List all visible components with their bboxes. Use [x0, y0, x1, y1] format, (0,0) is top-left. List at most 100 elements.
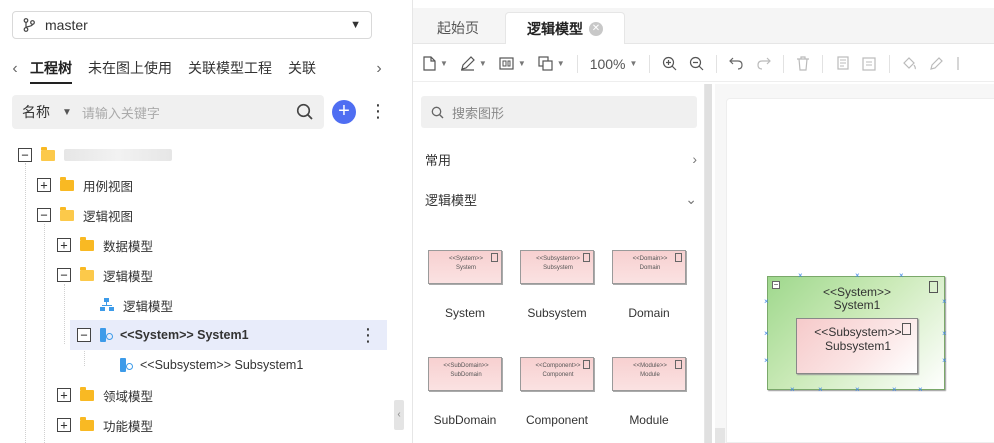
connection-point[interactable]: ×	[942, 357, 947, 365]
shape-subdomain[interactable]: <<SubDomain>> SubDomain SubDomain	[425, 357, 505, 427]
expand-icon[interactable]: +	[57, 238, 71, 252]
category-common[interactable]: 常用 ›	[425, 147, 697, 171]
close-icon[interactable]: ✕	[589, 21, 603, 36]
category-logical-model[interactable]: 逻辑模型 ⌄	[425, 187, 697, 211]
expand-icon[interactable]: +	[37, 178, 51, 192]
shape-domain[interactable]: <<Domain>> Domain Domain	[609, 250, 689, 320]
diagram-page[interactable]: − <<System>> System1 <<Subsystem>> Subsy…	[726, 98, 994, 443]
tree-node-function-model[interactable]: + 功能模型	[57, 410, 153, 440]
connection-point[interactable]: ×	[818, 386, 823, 394]
tab-linked[interactable]: 关联	[288, 54, 316, 84]
shape-module[interactable]: <<Module>> Module Module	[609, 357, 689, 427]
connection-point[interactable]: ×	[790, 386, 795, 394]
shape-system[interactable]: <<System>> System System	[425, 250, 505, 320]
copy-style-button[interactable]	[835, 56, 850, 71]
new-file-button[interactable]: ▼	[423, 56, 448, 71]
tab-logical-model[interactable]: 逻辑模型 ✕	[505, 12, 625, 44]
toolbar-divider	[649, 54, 651, 73]
tree-node-label: 逻辑视图	[83, 209, 134, 224]
redo-button[interactable]	[756, 56, 772, 71]
collapse-icon[interactable]: −	[57, 268, 71, 282]
connection-point[interactable]: ×	[764, 298, 769, 306]
search-field-select[interactable]: 名称	[22, 102, 50, 122]
search-icon[interactable]	[296, 103, 314, 121]
shape-panel-scrollbar[interactable]	[705, 84, 712, 443]
caret-down-icon[interactable]: ▼	[62, 107, 72, 118]
tab-unused-on-diagram[interactable]: 未在图上使用	[88, 54, 172, 84]
tree-node-label: 逻辑模型	[103, 269, 154, 284]
layout-button[interactable]: ▼	[499, 56, 526, 71]
tree-node-data-model[interactable]: + 数据模型	[57, 230, 153, 260]
tree-node-domain-model[interactable]: + 领域模型	[57, 380, 153, 410]
tab-project-tree[interactable]: 工程树	[30, 54, 72, 84]
subsystem1-element[interactable]: <<Subsystem>> Subsystem1	[796, 318, 918, 374]
connection-point[interactable]: ×	[942, 330, 947, 338]
shape-thumbnail: <<Module>> Module	[612, 357, 686, 391]
shape-thumbnail: <<System>> System	[428, 250, 502, 284]
toolbar-divider	[783, 54, 785, 73]
copy-icon	[538, 56, 553, 71]
chevron-left-icon[interactable]: ‹	[0, 60, 30, 78]
tab-start-page[interactable]: 起始页	[413, 12, 503, 44]
zoom-out-button[interactable]	[689, 56, 704, 71]
tree-node-logical-model-diagram[interactable]: 逻辑模型	[100, 290, 173, 320]
chevron-down-icon: ▼	[350, 19, 361, 31]
search-input[interactable]: 请输入关键字	[82, 103, 296, 122]
zoom-in-button[interactable]	[662, 56, 677, 71]
connection-point[interactable]: ×	[892, 386, 897, 394]
expand-icon[interactable]: +	[57, 388, 71, 402]
more-tools-button[interactable]	[956, 56, 966, 71]
connection-point[interactable]: ×	[918, 386, 923, 394]
expand-icon[interactable]: +	[57, 418, 71, 432]
tab-linked-model-project[interactable]: 关联模型工程	[188, 54, 272, 84]
editor-tabs: 起始页 逻辑模型 ✕	[413, 8, 994, 44]
branch-name: master	[45, 17, 88, 33]
connection-point[interactable]: ×	[764, 330, 769, 338]
copy-button[interactable]: ▼	[538, 56, 565, 71]
connection-point[interactable]: ×	[855, 386, 860, 394]
shape-thumbnail: <<Domain>> Domain	[612, 250, 686, 284]
branch-selector[interactable]: master ▼	[12, 11, 372, 39]
shape-component[interactable]: <<Component>> Component Component	[517, 357, 597, 427]
tree-node-usecase-view[interactable]: + 用例视图	[37, 170, 133, 200]
collapse-icon[interactable]: −	[18, 148, 32, 162]
folder-open-icon	[80, 266, 94, 281]
canvas-collapse-handle[interactable]	[715, 428, 725, 443]
tree-node-system1[interactable]: − <<System>> System1 ⋮	[70, 320, 387, 350]
zoom-select[interactable]: 100% ▼	[590, 56, 638, 72]
connection-point[interactable]: ×	[942, 298, 947, 306]
system1-element[interactable]: − <<System>> System1 <<Subsystem>> Subsy…	[764, 272, 947, 394]
edit-button[interactable]: ▼	[460, 56, 487, 71]
component-icon	[583, 360, 590, 369]
connection-point[interactable]: ×	[798, 272, 803, 280]
toolbar-divider	[822, 54, 824, 73]
connection-point[interactable]: ×	[855, 272, 860, 280]
diagram-canvas[interactable]: − <<System>> System1 <<Subsystem>> Subsy…	[715, 84, 994, 443]
collapse-icon[interactable]: −	[37, 208, 51, 222]
more-vertical-icon[interactable]: ⋮	[359, 325, 377, 346]
shape-search-input[interactable]: 搜索图形	[452, 103, 504, 122]
fill-color-button[interactable]	[902, 56, 917, 71]
more-vertical-icon[interactable]: ⋮	[369, 101, 387, 123]
tree-node-subsystem1[interactable]: <<Subsystem>> Subsystem1	[120, 350, 303, 380]
shape-search[interactable]: 搜索图形	[421, 96, 697, 128]
tree-node-logical-view[interactable]: − 逻辑视图	[37, 200, 133, 230]
element-stereotype: <<Subsystem>>	[814, 325, 902, 339]
tree-node-logical-model[interactable]: − 逻辑模型	[57, 260, 153, 290]
delete-button[interactable]	[796, 56, 810, 71]
add-button[interactable]: +	[332, 100, 356, 124]
tree-guide-line	[44, 224, 45, 443]
connection-point[interactable]: ×	[899, 272, 904, 280]
tree-node-root[interactable]: −	[18, 140, 172, 170]
undo-button[interactable]	[729, 56, 744, 71]
collapse-icon[interactable]: −	[77, 328, 91, 342]
shape-label: Module	[629, 413, 669, 427]
paste-style-button[interactable]	[862, 56, 877, 71]
line-color-button[interactable]	[929, 56, 944, 71]
copy-style-icon	[837, 56, 850, 70]
chevron-right-icon[interactable]: ›	[364, 60, 394, 78]
shape-subsystem[interactable]: <<Subsystem>> Subsystem Subsystem	[517, 250, 597, 320]
connection-point[interactable]: ×	[764, 357, 769, 365]
zoom-out-icon	[690, 56, 704, 71]
panel-collapse-handle[interactable]: ‹	[394, 400, 404, 430]
